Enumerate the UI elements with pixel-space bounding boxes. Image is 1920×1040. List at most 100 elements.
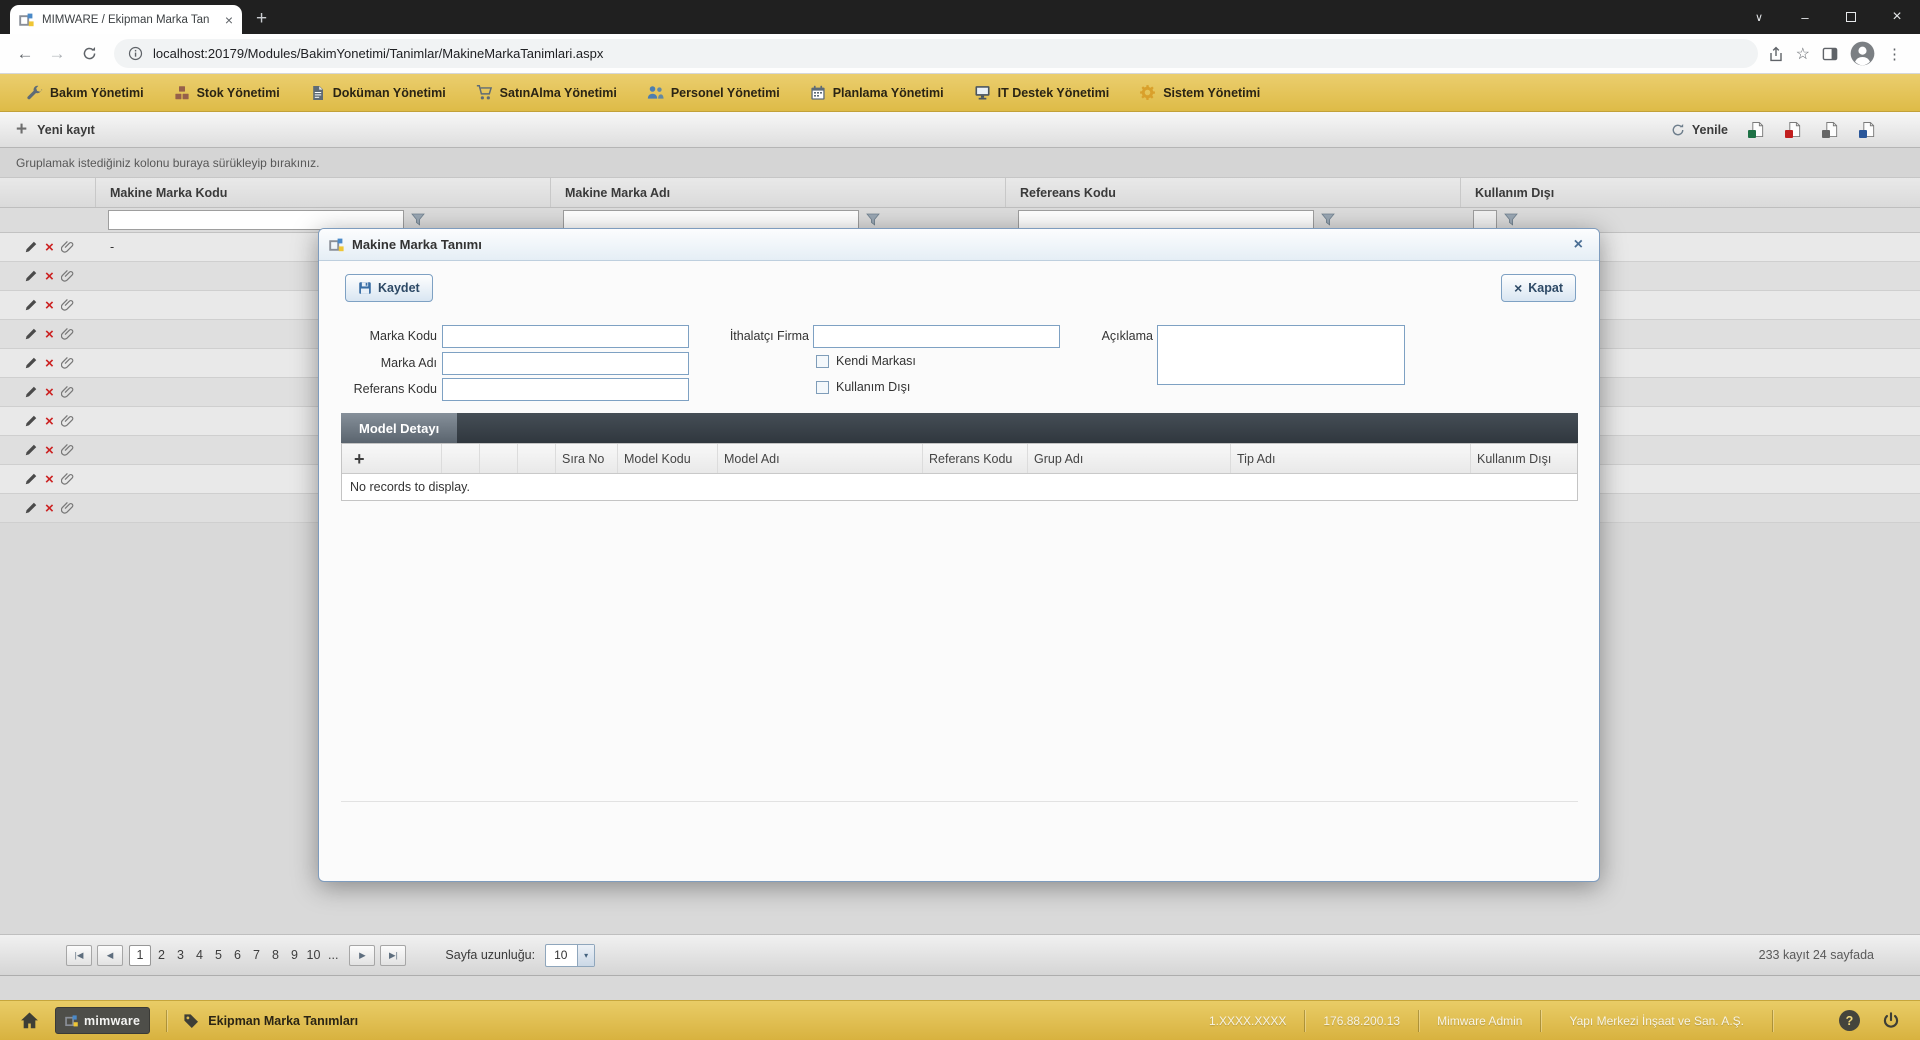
detail-header-model-kodu[interactable]: Model Kodu — [618, 444, 718, 473]
pager-first-button[interactable]: |◀ — [66, 944, 92, 966]
edit-row-icon[interactable] — [24, 356, 38, 370]
marka-kodu-input[interactable] — [442, 325, 689, 348]
tab-model-detayi[interactable]: Model Detayı — [341, 413, 458, 443]
filter-marka-kodu-input[interactable] — [108, 210, 404, 230]
window-maximize-button[interactable] — [1828, 0, 1874, 34]
close-button[interactable]: × Kapat — [1501, 274, 1576, 302]
attachment-icon[interactable] — [61, 327, 75, 341]
attachment-icon[interactable] — [61, 356, 75, 370]
attachment-icon[interactable] — [61, 501, 75, 515]
menu-item-it-destek-yonetimi[interactable]: IT Destek Yönetimi — [959, 74, 1125, 111]
edit-row-icon[interactable] — [24, 385, 38, 399]
attachment-icon[interactable] — [61, 269, 75, 283]
pager-page[interactable]: 8 — [267, 948, 284, 962]
window-minimize-button[interactable]: – — [1782, 0, 1828, 34]
add-model-button[interactable]: + — [342, 444, 442, 473]
header-makine-marka-adi[interactable]: Makine Marka Adı — [551, 178, 1006, 207]
export-excel-icon[interactable] — [1748, 121, 1765, 138]
menu-item-personel-yonetimi[interactable]: Personel Yönetimi — [632, 74, 795, 111]
detail-header-kullanim-disi[interactable]: Kullanım Dışı — [1471, 444, 1577, 473]
pager-page[interactable]: 5 — [210, 948, 227, 962]
header-makine-marka-kodu[interactable]: Makine Marka Kodu — [96, 178, 551, 207]
filter-funnel-icon[interactable] — [1321, 213, 1335, 227]
edit-row-icon[interactable] — [24, 472, 38, 486]
delete-row-icon[interactable]: × — [45, 356, 54, 371]
marka-adi-input[interactable] — [442, 352, 689, 375]
detail-header-sira-no[interactable]: Sıra No — [556, 444, 618, 473]
back-icon[interactable]: ← — [10, 39, 40, 69]
header-refereans-kodu[interactable]: Refereans Kodu — [1006, 178, 1461, 207]
browser-menu-icon[interactable]: ⋮ — [1887, 45, 1902, 63]
export-csv-icon[interactable] — [1822, 121, 1839, 138]
menu-item-bakim-yonetimi[interactable]: Bakım Yönetimi — [12, 74, 159, 111]
pager-page[interactable]: 3 — [172, 948, 189, 962]
pager-ellipsis[interactable]: ... — [328, 948, 338, 962]
reload-icon[interactable] — [74, 39, 104, 69]
referans-kodu-input[interactable] — [442, 378, 689, 401]
pager-page-current[interactable]: 1 — [129, 944, 151, 966]
browser-tab[interactable]: MIMWARE / Ekipman Marka Tan × — [10, 5, 242, 34]
filter-referans-kodu-input[interactable] — [1018, 210, 1314, 230]
site-info-icon[interactable] — [128, 46, 143, 61]
attachment-icon[interactable] — [61, 385, 75, 399]
pager-page[interactable]: 4 — [191, 948, 208, 962]
detail-header-referans-kodu[interactable]: Referans Kodu — [923, 444, 1028, 473]
browser-chevron-icon[interactable]: ∨ — [1736, 0, 1782, 34]
help-icon[interactable]: ? — [1839, 1010, 1860, 1031]
delete-row-icon[interactable]: × — [45, 501, 54, 516]
export-pdf-icon[interactable] — [1785, 121, 1802, 138]
side-panel-icon[interactable] — [1822, 46, 1838, 62]
page-size-select[interactable]: 10 ▾ — [545, 943, 596, 967]
profile-avatar[interactable] — [1850, 41, 1875, 66]
save-button[interactable]: Kaydet — [345, 274, 433, 302]
delete-row-icon[interactable]: × — [45, 414, 54, 429]
detail-header-grup-adi[interactable]: Grup Adı — [1028, 444, 1231, 473]
pager-prev-button[interactable]: ◀ — [97, 944, 123, 966]
mimware-logo[interactable]: mimware — [55, 1007, 151, 1034]
address-bar[interactable]: localhost:20179/Modules/BakimYonetimi/Ta… — [114, 39, 1758, 68]
new-tab-button[interactable]: + — [256, 9, 267, 28]
filter-funnel-icon[interactable] — [866, 213, 880, 227]
kullanim-disi-checkbox[interactable] — [816, 380, 829, 394]
aciklama-textarea[interactable] — [1157, 325, 1405, 385]
menu-item-stok-yonetimi[interactable]: Stok Yönetimi — [159, 74, 295, 111]
edit-row-icon[interactable] — [24, 501, 38, 515]
export-word-icon[interactable] — [1859, 121, 1876, 138]
pager-page[interactable]: 10 — [305, 948, 322, 962]
edit-row-icon[interactable] — [24, 240, 38, 254]
new-record-button[interactable]: + Yeni kayıt — [16, 120, 95, 139]
filter-funnel-icon[interactable] — [411, 213, 425, 227]
edit-row-icon[interactable] — [24, 414, 38, 428]
menu-item-planlama-yonetimi[interactable]: Planlama Yönetimi — [795, 74, 959, 111]
filter-marka-adi-input[interactable] — [563, 210, 859, 230]
menu-item-satinalma-yonetimi[interactable]: SatınAlma Yönetimi — [461, 74, 632, 111]
delete-row-icon[interactable]: × — [45, 327, 54, 342]
refresh-button[interactable]: Yenile — [1671, 123, 1728, 137]
pager-page[interactable]: 7 — [248, 948, 265, 962]
attachment-icon[interactable] — [61, 443, 75, 457]
delete-row-icon[interactable]: × — [45, 385, 54, 400]
kendi-markasi-checkbox[interactable] — [816, 354, 829, 368]
attachment-icon[interactable] — [61, 414, 75, 428]
tab-close-icon[interactable]: × — [225, 13, 233, 27]
delete-row-icon[interactable]: × — [45, 269, 54, 284]
pager-page[interactable]: 2 — [153, 948, 170, 962]
delete-row-icon[interactable]: × — [45, 240, 54, 255]
pager-last-button[interactable]: ▶| — [380, 944, 407, 966]
bookmark-star-icon[interactable]: ☆ — [1796, 44, 1810, 64]
menu-item-dokuman-yonetimi[interactable]: Doküman Yönetimi — [295, 74, 461, 111]
edit-row-icon[interactable] — [24, 443, 38, 457]
filter-kullanim-disi-checkbox[interactable] — [1473, 210, 1497, 230]
filter-funnel-icon[interactable] — [1504, 213, 1518, 227]
home-icon[interactable] — [20, 1011, 39, 1030]
pager-next-button[interactable]: ▶ — [349, 944, 376, 966]
forward-icon[interactable]: → — [42, 39, 72, 69]
pager-page[interactable]: 6 — [229, 948, 246, 962]
group-panel[interactable]: Gruplamak istediğiniz kolonu buraya sürü… — [0, 148, 1920, 178]
share-icon[interactable] — [1768, 46, 1784, 62]
edit-row-icon[interactable] — [24, 327, 38, 341]
menu-item-sistem-yonetimi[interactable]: Sistem Yönetimi — [1124, 74, 1275, 111]
power-icon[interactable] — [1882, 1012, 1900, 1030]
delete-row-icon[interactable]: × — [45, 472, 54, 487]
edit-row-icon[interactable] — [24, 298, 38, 312]
